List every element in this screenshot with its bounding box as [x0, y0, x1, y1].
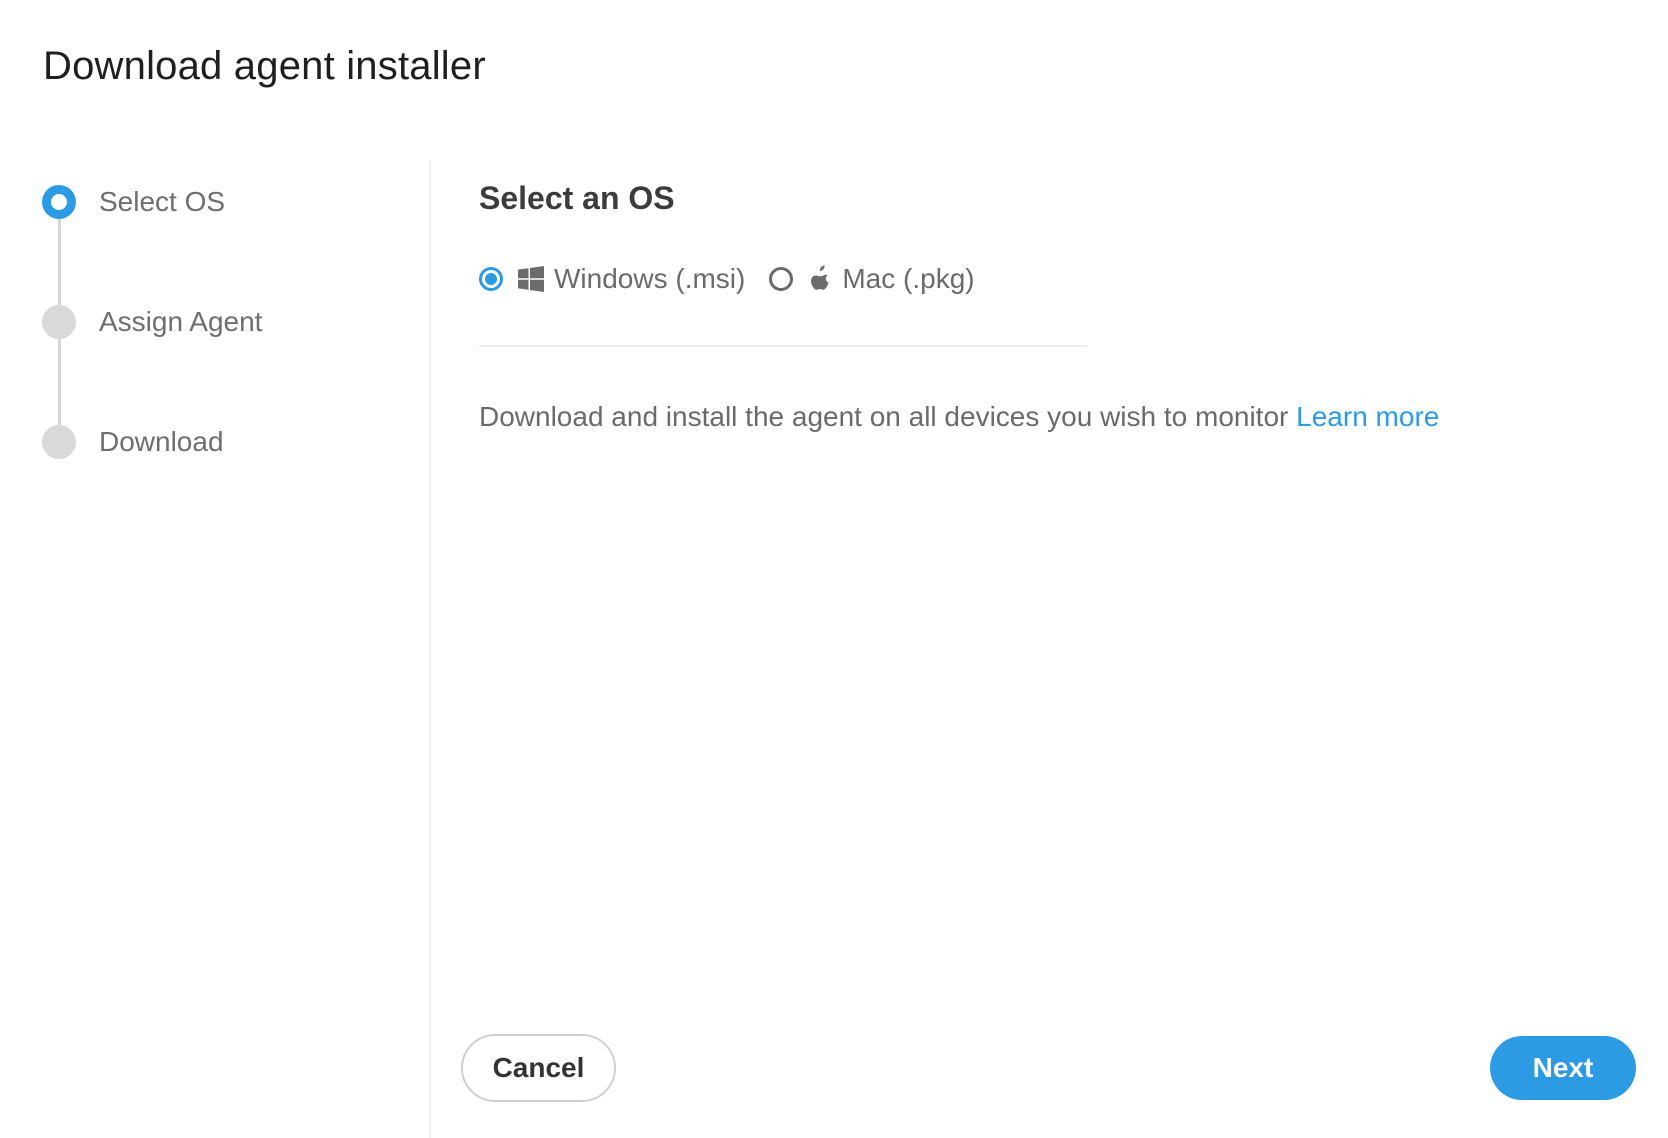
os-option-windows[interactable]: Windows (.msi) — [479, 263, 745, 295]
vertical-divider — [429, 160, 431, 1138]
os-option-mac[interactable]: Mac (.pkg) — [769, 263, 975, 295]
step-label: Select OS — [99, 186, 226, 217]
step-assign-agent[interactable]: Assign Agent — [42, 304, 262, 340]
step-label: Assign Agent — [99, 306, 263, 337]
os-label: Mac (.pkg) — [842, 263, 975, 294]
step-inactive-dot-icon — [42, 425, 76, 459]
apple-icon — [808, 265, 832, 293]
next-button[interactable]: Next — [1490, 1036, 1636, 1100]
step-label: Download — [99, 426, 224, 457]
dialog-title: Download agent installer — [43, 44, 486, 88]
cancel-button[interactable]: Cancel — [461, 1034, 616, 1102]
windows-radio[interactable] — [479, 267, 503, 291]
learn-more-link[interactable]: Learn more — [1296, 401, 1439, 432]
os-label: Windows (.msi) — [554, 263, 746, 294]
description-text: Download and install the agent on all de… — [479, 401, 1629, 433]
stepper: Select OS Assign Agent Download — [42, 184, 402, 484]
description-body: Download and install the agent on all de… — [479, 401, 1289, 432]
step-active-dot-icon — [42, 185, 76, 219]
step-inactive-dot-icon — [42, 305, 76, 339]
section-heading: Select an OS — [479, 180, 675, 216]
mac-radio[interactable] — [769, 267, 794, 291]
windows-icon — [518, 266, 544, 292]
main-panel: Select an OS Windows (.msi) Mac (.pkg) D… — [479, 180, 1629, 433]
os-radio-group: Windows (.msi) Mac (.pkg) — [479, 259, 1629, 299]
step-select-os[interactable]: Select OS — [42, 184, 225, 220]
step-download[interactable]: Download — [42, 424, 224, 460]
horizontal-divider — [479, 345, 1087, 347]
download-agent-dialog: Download agent installer Select OS Assig… — [0, 0, 1668, 1138]
